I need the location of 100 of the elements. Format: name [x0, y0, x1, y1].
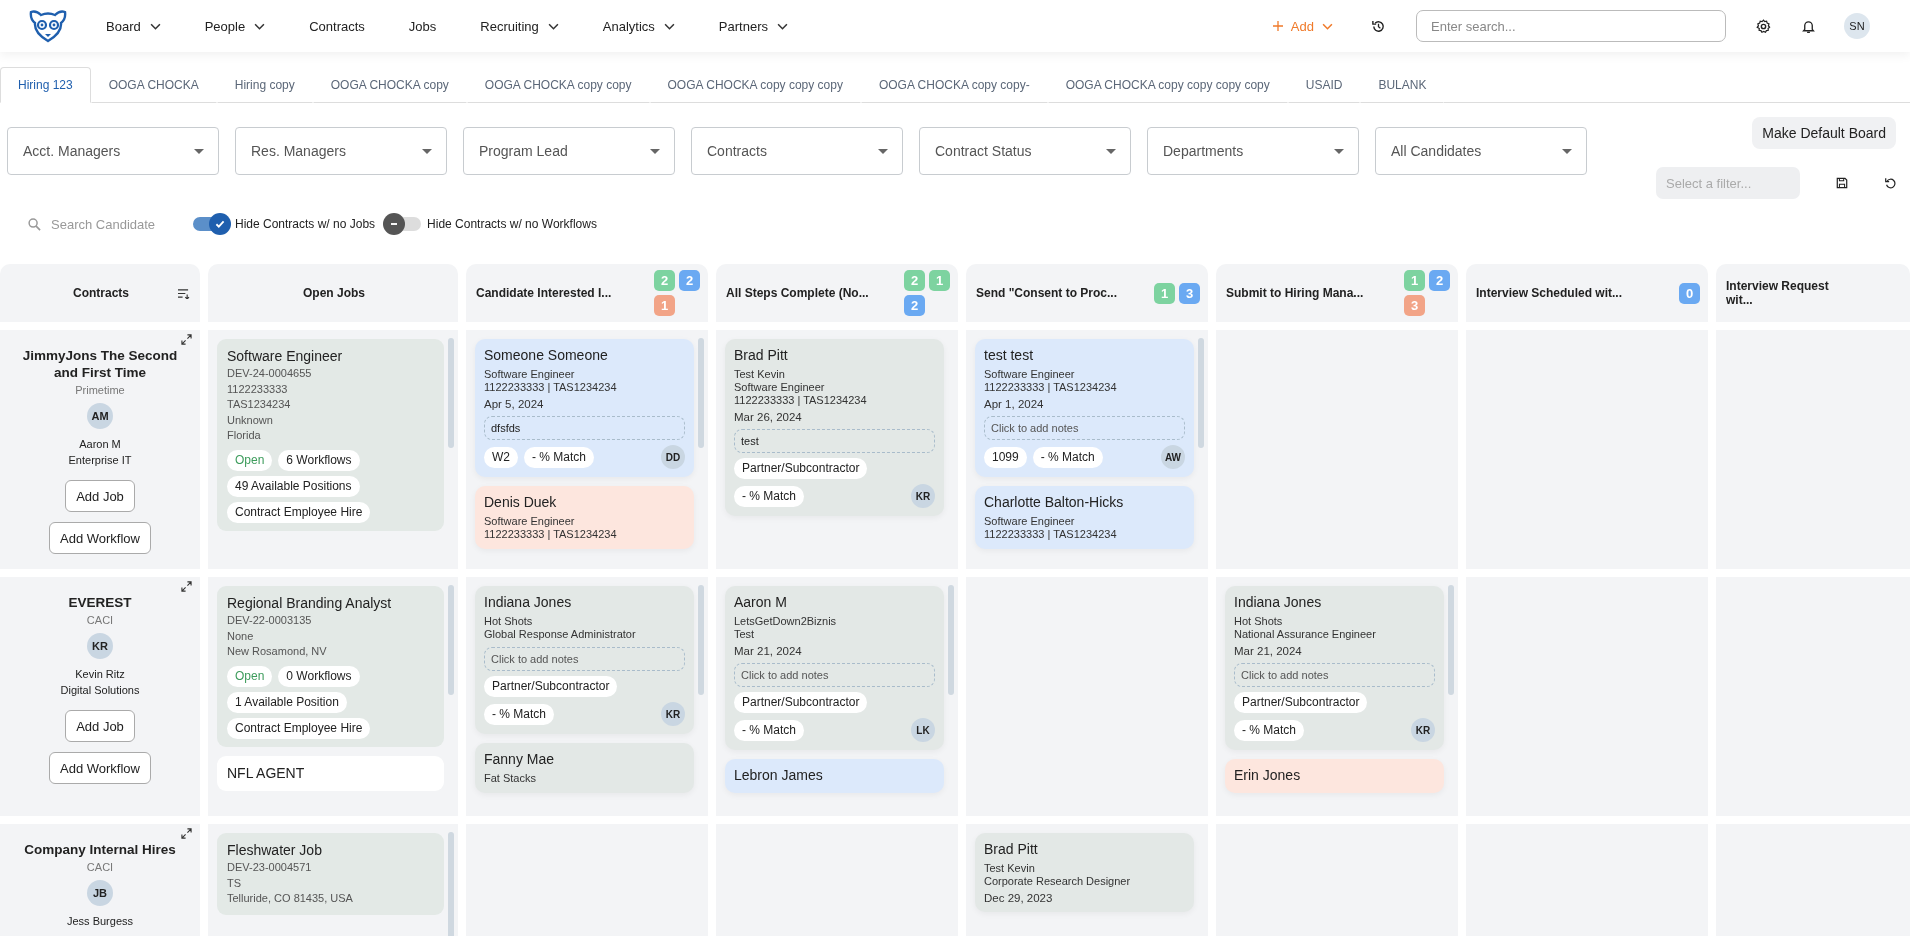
make-default-button[interactable]: Make Default Board	[1752, 117, 1896, 149]
nav-menu-item[interactable]: Board	[106, 18, 161, 34]
user-avatar: KR	[661, 702, 685, 726]
chevron-down-icon	[777, 22, 788, 30]
job-detail: TAS1234234	[227, 397, 292, 412]
candidate-card[interactable]: test test Software Engineer 1122233333 | TAS1234234 Apr 1, 2024 Click to add notes 1099 - % Match AW	[975, 339, 1194, 477]
nav-menu-item[interactable]: Contracts	[309, 18, 365, 34]
scrollbar[interactable]	[448, 338, 454, 448]
job-card[interactable]: Fleshwater Job DEV-23-0004571 TS Telluride, CO 81435, USA	[217, 833, 444, 915]
history-icon[interactable]	[1371, 18, 1386, 34]
tag: - % Match	[1234, 719, 1304, 741]
tag: 1099	[984, 446, 1027, 468]
chevron-down-icon	[547, 22, 559, 30]
board-tab[interactable]: OOGA CHOCKA copy copy	[466, 67, 650, 103]
candidate-name: Charlotte Balton-Hicks	[984, 493, 1125, 512]
nav-menu-item[interactable]: Partners	[718, 18, 788, 34]
notes-field[interactable]: Click to add notes	[734, 663, 935, 687]
board-tab[interactable]: USAID	[1287, 67, 1361, 103]
candidate-card[interactable]: Brad Pitt Test Kevin Software Engineer 1122233333 | TAS1234234 Mar 26, 2024 test Partner/Subcontractor - % Match KR	[725, 339, 944, 516]
candidate-name: test test	[984, 346, 1035, 365]
tag: Partner/Subcontractor	[734, 458, 868, 479]
tag: - % Match	[484, 703, 554, 725]
notes-field[interactable]: Click to add notes	[1234, 663, 1435, 687]
expand-icon[interactable]	[181, 334, 192, 345]
undo-icon[interactable]	[1884, 177, 1896, 189]
expand-icon[interactable]	[181, 828, 192, 839]
scrollbar[interactable]	[948, 585, 954, 695]
settings-icon[interactable]	[1756, 18, 1771, 34]
tag: - % Match	[734, 485, 804, 507]
board-tab[interactable]: Hiring 123	[0, 67, 91, 103]
user-avatar[interactable]: SN	[1844, 13, 1870, 39]
board-tab[interactable]: OOGA CHOCKA copy copy copy	[649, 67, 861, 103]
dropdown-field[interactable]: Departments	[1147, 127, 1359, 175]
save-icon[interactable]	[1836, 177, 1848, 189]
logo-icon[interactable]	[28, 9, 68, 43]
board-tab[interactable]: BULANK	[1360, 67, 1445, 103]
dropdown-field[interactable]: All Candidates	[1375, 127, 1587, 175]
tag: - % Match	[524, 446, 594, 468]
candidate-card[interactable]: Charlotte Balton-Hicks Software Engineer 1122233333 | TAS1234234	[975, 486, 1194, 549]
job-card[interactable]: NFL AGENT	[217, 755, 444, 791]
candidate-card[interactable]: Lebron James	[725, 759, 944, 793]
add-button[interactable]: Add Job	[65, 710, 135, 742]
filter-select[interactable]: Select a filter...	[1656, 167, 1800, 199]
date-text: Mar 26, 2024	[734, 411, 803, 423]
dropdown-field[interactable]: Acct. Managers	[7, 127, 219, 175]
job-title: Regional Branding Analyst	[227, 594, 393, 613]
board-tab[interactable]: OOGA CHOCKA copy copy-	[860, 67, 1048, 103]
job-detail: DEV-22-0003135	[227, 613, 313, 628]
nav-menu-item[interactable]: People	[204, 18, 266, 34]
sort-icon[interactable]	[177, 288, 190, 299]
candidate-detail: 1122233333 | TAS1234234	[984, 528, 1118, 541]
scrollbar[interactable]	[448, 832, 454, 936]
dropdown-field[interactable]: Program Lead	[463, 127, 675, 175]
candidate-card[interactable]: Fanny Mae Fat Stacks	[475, 743, 694, 793]
dropdown-field[interactable]: Contract Status	[919, 127, 1131, 175]
candidate-detail: 1122233333 | TAS1234234	[484, 528, 618, 541]
add-button[interactable]: Add Job	[65, 480, 135, 512]
candidate-detail: Test	[734, 628, 756, 641]
scrollbar[interactable]	[448, 585, 454, 695]
board-tab[interactable]: Hiring copy	[216, 67, 313, 103]
date-text: Dec 29, 2023	[984, 892, 1054, 904]
board-tab[interactable]: OOGA CHOCKA copy	[312, 67, 467, 103]
scrollbar[interactable]	[698, 585, 704, 695]
scrollbar[interactable]	[698, 338, 704, 448]
notes-field[interactable]: dfsfds	[484, 416, 685, 440]
notes-field[interactable]: Click to add notes	[984, 416, 1185, 440]
column-title: Contracts	[73, 286, 129, 300]
board-tab[interactable]: OOGA CHOCKA	[90, 67, 217, 103]
toggle-label: Hide Contracts w/ no Workflows	[427, 217, 597, 231]
job-detail: DEV-24-0004655	[227, 366, 313, 381]
dropdown-field[interactable]: Contracts	[691, 127, 903, 175]
candidate-card[interactable]: Aaron M LetsGetDown2Biznis Test Mar 21, 2024 Click to add notes Partner/Subcontractor - % Match LK	[725, 586, 944, 750]
candidate-card[interactable]: Indiana Jones Hot Shots National Assurance Engineer Mar 21, 2024 Click to add notes Partner/Subcontractor - % Match KR	[1225, 586, 1444, 750]
tag: - % Match	[734, 719, 804, 741]
job-detail: New Rosamond, NV	[227, 644, 328, 659]
notes-field[interactable]: Click to add notes	[484, 647, 685, 671]
add-button[interactable]: Add Workflow	[49, 522, 151, 554]
dropdown-field[interactable]: Res. Managers	[235, 127, 447, 175]
nav-menu-item[interactable]: Jobs	[408, 18, 437, 34]
nav-menu-item[interactable]: Recruiting	[480, 18, 559, 34]
nav-menu-item[interactable]: Analytics	[602, 18, 675, 34]
notes-field[interactable]: test	[734, 429, 935, 453]
job-card[interactable]: Software Engineer DEV-24-0004655 1122233333 TAS1234234 Unknown Florida Open 6 Workflows 49 Available Positions Contract Employee Hire	[217, 339, 444, 531]
job-card[interactable]: Regional Branding Analyst DEV-22-0003135 None New Rosamond, NV Open 0 Workflows 1 Available Position Contract Employee Hire	[217, 586, 444, 747]
scrollbar[interactable]	[1198, 338, 1204, 448]
candidate-card[interactable]: Denis Duek Software Engineer 1122233333 | TAS1234234	[475, 486, 694, 549]
plus-icon	[1272, 21, 1283, 31]
notification-bell-icon[interactable]	[1801, 18, 1816, 34]
workflow-count-tag: 0 Workflows	[278, 665, 360, 687]
candidate-card[interactable]: Indiana Jones Hot Shots Global Response Administrator Click to add notes Partner/Subcontractor - % Match KR	[475, 586, 694, 734]
board-tab[interactable]: OOGA CHOCKA copy copy copy copy	[1047, 67, 1288, 103]
candidate-detail: Test Kevin	[984, 862, 1036, 875]
search-field[interactable]: Enter search...	[1416, 10, 1726, 42]
candidate-card[interactable]: Someone Someone Software Engineer 1122233333 | TAS1234234 Apr 5, 2024 dfsfds W2 - % Match DD	[475, 339, 694, 477]
candidate-card[interactable]: Erin Jones	[1225, 759, 1444, 793]
candidate-card[interactable]: Brad Pitt Test Kevin Corporate Research Designer Dec 29, 2023	[975, 833, 1194, 912]
user-avatar: AW	[1161, 445, 1185, 469]
expand-icon[interactable]	[181, 581, 192, 592]
scrollbar[interactable]	[1448, 585, 1454, 695]
add-button[interactable]: Add Workflow	[49, 752, 151, 784]
